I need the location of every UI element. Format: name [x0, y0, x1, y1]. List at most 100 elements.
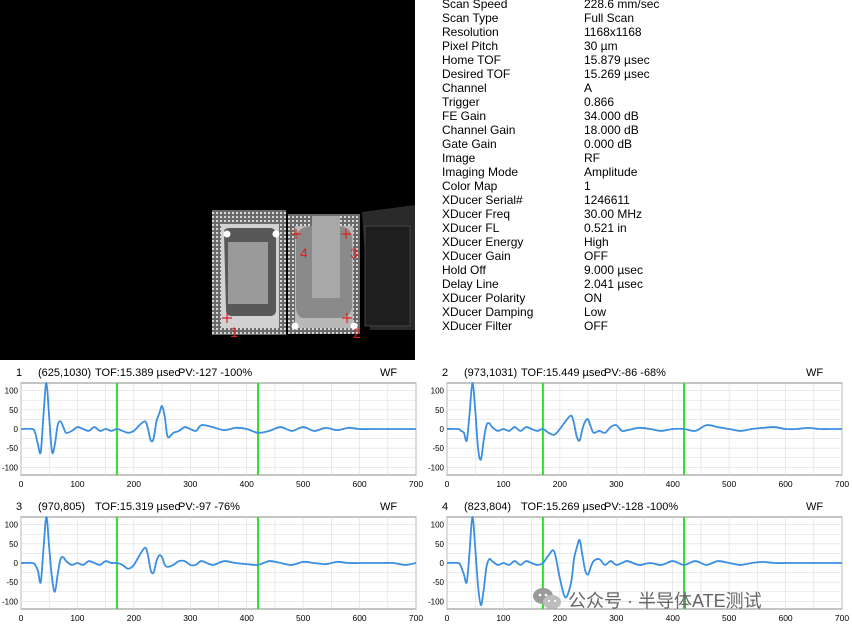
param-value: 30 µm: [584, 39, 618, 53]
param-row: XDucer Filter OFF: [442, 319, 842, 333]
package-left: [212, 210, 286, 335]
x-tick-label: 100: [496, 613, 510, 623]
x-tick-label: 400: [240, 613, 254, 623]
waveform-panel-1[interactable]: 1 (625,1030) TOF:15.389 µsec PV:-127 -100% W…: [0, 366, 426, 498]
param-label: XDucer Damping: [442, 305, 534, 319]
param-value: OFF: [584, 319, 608, 333]
y-tick-label: -50: [432, 578, 444, 587]
param-value: Low: [584, 305, 607, 319]
marker-label-2: 2: [353, 325, 361, 341]
param-label: XDucer Polarity: [442, 291, 526, 305]
param-label: Channel Gain: [442, 123, 516, 137]
param-label: Scan Type: [442, 11, 499, 25]
y-tick-label: 50: [9, 406, 18, 415]
y-tick-label: 100: [5, 521, 19, 530]
param-label: Scan Speed: [442, 0, 508, 11]
waveform-panel-2[interactable]: 2 (973,1031) TOF:15.449 µsec PV:-86 -68% WF 1…: [426, 366, 852, 498]
package-right: [288, 214, 360, 334]
param-row: Pixel Pitch 30 µm: [442, 39, 842, 53]
param-value: 15.269 µsec: [584, 67, 650, 81]
param-row: Color Map 1: [442, 179, 842, 193]
param-label: Desired TOF: [442, 67, 511, 81]
y-tick-label: -100: [2, 597, 19, 606]
marker-label-3: 3: [350, 245, 358, 261]
param-label: Trigger: [442, 95, 480, 109]
marker-label-4: 4: [300, 245, 308, 261]
x-tick-label: 300: [609, 613, 623, 623]
fiducial: [291, 322, 299, 330]
param-value: 15.879 µsec: [584, 53, 650, 67]
waveform-plot: 100500-50-1000 100 200 300 400 500 600 700: [2, 516, 423, 623]
param-value: 0.866: [584, 95, 615, 109]
waveform-panel-3[interactable]: 3 (970,805) TOF:15.319 µsec PV:-97 -76% WF 10…: [0, 500, 426, 632]
y-tick-label: 50: [9, 540, 18, 549]
marker-label-1: 1: [230, 324, 238, 340]
param-label: Imaging Mode: [442, 165, 519, 179]
param-label: FE Gain: [442, 109, 487, 123]
x-tick-label: 700: [409, 613, 423, 623]
x-tick-label: 100: [70, 613, 84, 623]
param-label: XDucer Filter: [442, 319, 513, 333]
param-value: 18.000 dB: [584, 123, 639, 137]
x-tick-label: 600: [352, 479, 366, 489]
param-value: 1168x1168: [584, 25, 642, 39]
param-value: 228.6 mm/sec: [584, 0, 660, 11]
param-row: Imaging Mode Amplitude: [442, 165, 842, 179]
param-value: High: [584, 235, 609, 249]
param-label: XDucer Freq: [442, 207, 511, 221]
param-value: 9.000 µsec: [584, 263, 643, 277]
x-tick-label: 200: [553, 479, 567, 489]
param-row: Hold Off 9.000 µsec: [442, 263, 842, 277]
param-label: Color Map: [442, 179, 498, 193]
y-tick-label: 50: [435, 540, 444, 549]
param-label: Home TOF: [442, 53, 501, 67]
x-tick-label: 0: [445, 613, 450, 623]
param-value: 34.000 dB: [584, 109, 639, 123]
wechat-icon: [533, 588, 561, 609]
y-tick-label: -100: [428, 597, 445, 606]
param-value: 0.521 in: [584, 221, 627, 235]
param-label: XDucer FL: [442, 221, 500, 235]
param-row: XDucer Polarity ON: [442, 291, 842, 305]
x-tick-label: 500: [722, 613, 736, 623]
y-tick-label: -100: [2, 463, 19, 472]
waveform-plot: 100500-50-1000 100 200 300 400 500 600 700: [428, 382, 849, 489]
param-row: XDucer FL 0.521 in: [442, 221, 842, 235]
param-row: Channel A: [442, 81, 842, 95]
param-value: 1: [584, 179, 591, 193]
param-row: Gate Gain 0.000 dB: [442, 137, 842, 151]
param-label: Resolution: [442, 25, 499, 39]
param-label: Gate Gain: [442, 137, 497, 151]
x-tick-label: 600: [778, 479, 792, 489]
param-row: Desired TOF 15.269 µsec: [442, 67, 842, 81]
scan-image[interactable]: 1 2 3 4: [0, 0, 415, 360]
param-row: XDucer Energy High: [442, 235, 842, 249]
x-tick-label: 100: [70, 479, 84, 489]
param-label: Image: [442, 151, 476, 165]
param-value: 0.000 dB: [584, 137, 633, 151]
param-row: Home TOF 15.879 µsec: [442, 53, 842, 67]
param-row: Trigger 0.866: [442, 95, 842, 109]
y-tick-label: 100: [431, 387, 445, 396]
x-tick-label: 0: [19, 613, 24, 623]
param-value: 1246611: [584, 193, 630, 207]
param-value: 30.00 MHz: [584, 207, 643, 221]
param-value: Full Scan: [584, 11, 635, 25]
fiducial: [272, 230, 280, 238]
param-value: 2.041 µsec: [584, 277, 643, 291]
watermark-text: 公众号 · 半导体ATE测试: [568, 591, 762, 611]
blurred-region-right: [312, 216, 340, 298]
x-tick-label: 700: [409, 479, 423, 489]
y-tick-label: 100: [431, 521, 445, 530]
y-tick-label: 0: [440, 425, 445, 434]
y-tick-label: -100: [428, 463, 445, 472]
x-tick-label: 200: [553, 613, 567, 623]
x-tick-label: 700: [835, 613, 849, 623]
fixture-bar: [364, 225, 411, 327]
waveform-plot: 100500-50-1000 100 200 300 400 500 600 700: [2, 382, 423, 489]
param-label: XDucer Serial#: [442, 193, 523, 207]
y-tick-label: 100: [5, 387, 19, 396]
param-label: Channel: [442, 81, 487, 95]
x-tick-label: 200: [127, 479, 141, 489]
fiducial: [223, 230, 231, 238]
